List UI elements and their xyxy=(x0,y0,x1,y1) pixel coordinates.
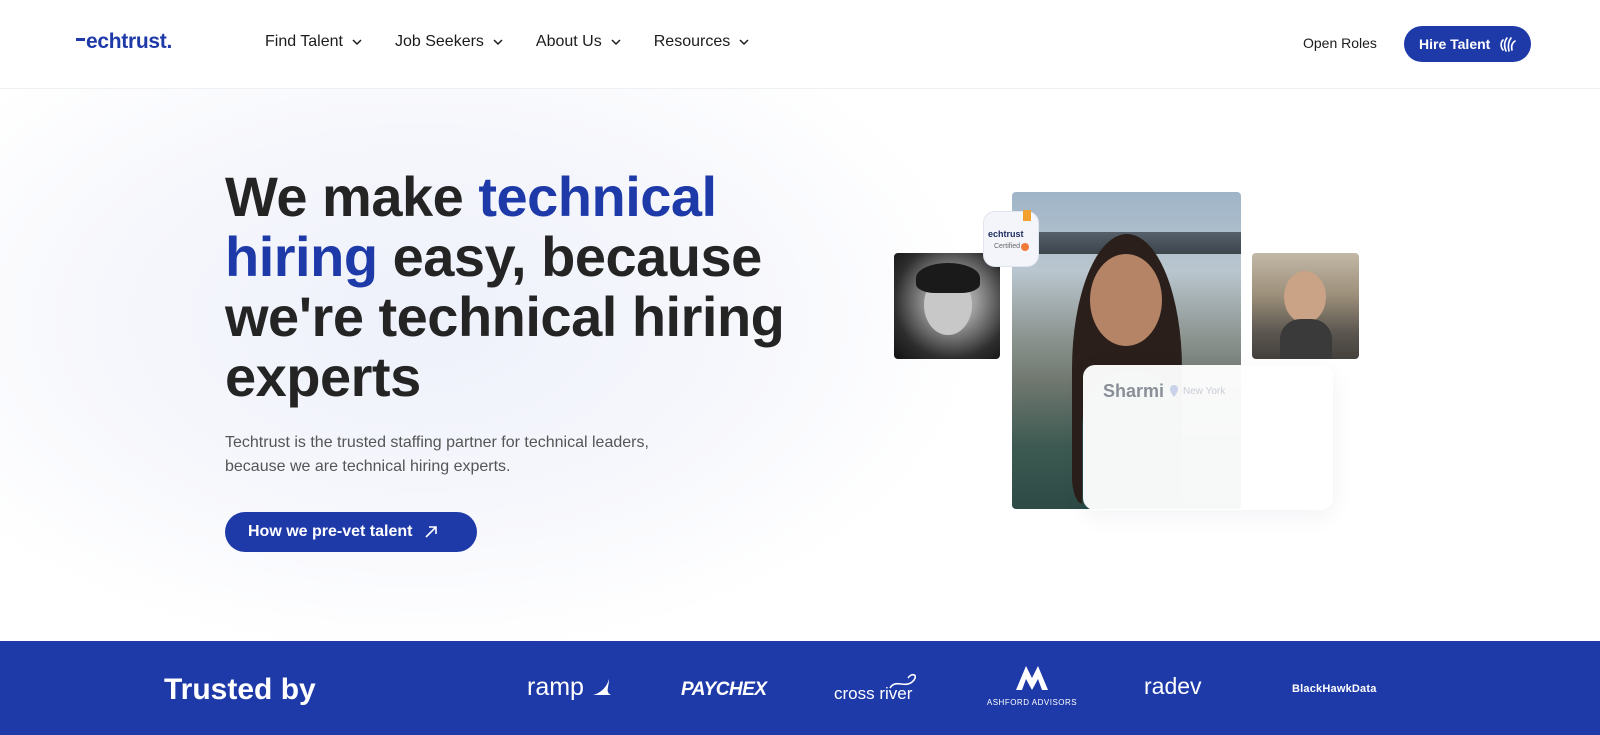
badge-brand: echtrust xyxy=(988,229,1024,239)
hire-talent-button[interactable]: Hire Talent xyxy=(1404,26,1531,62)
logo-text: echtrust. xyxy=(86,30,172,53)
pre-vet-talent-button[interactable]: How we pre-vet talent xyxy=(225,512,477,552)
chevron-down-icon xyxy=(352,39,362,46)
check-icon xyxy=(1021,243,1029,251)
ashford-mark-icon xyxy=(1016,666,1048,690)
ribbon-icon xyxy=(1023,210,1031,221)
title-highlight: hiring xyxy=(225,225,378,288)
menu-label: Resources xyxy=(653,33,731,50)
profile-name: Sharmi xyxy=(1103,381,1165,401)
cross-river-logo: cross river xyxy=(834,673,917,704)
ramp-logo: ramp xyxy=(527,673,613,702)
menu-find-talent[interactable]: Find Talent xyxy=(265,33,363,51)
location-pin-icon xyxy=(1170,385,1178,397)
badge-label: Certified xyxy=(994,243,1021,250)
title-highlight: technical xyxy=(478,165,717,228)
waving-hand-icon xyxy=(1500,37,1517,52)
chevron-down-icon xyxy=(493,39,503,46)
blackhawkdata-logo: BlackHawkData xyxy=(1292,683,1377,695)
paychex-logo: PAYCHEX xyxy=(681,679,767,700)
hero-section: We make technical hiring easy, because we… xyxy=(0,89,1600,641)
certified-badge: echtrust Certified xyxy=(983,210,1039,267)
menu-about-us[interactable]: About Us xyxy=(536,33,622,51)
menu-label: Find Talent xyxy=(265,33,343,50)
chevron-down-icon xyxy=(611,39,621,46)
cta-label: How we pre-vet talent xyxy=(248,523,413,540)
menu-label: Job Seekers xyxy=(394,33,484,50)
ashford-advisors-logo: ASHFORD ADVISORS xyxy=(986,663,1078,707)
menu-resources[interactable]: Resources xyxy=(654,33,750,51)
candidate-photo-right xyxy=(1252,253,1359,359)
radev-logo: radev xyxy=(1144,673,1202,699)
main-menu: Find Talent Job Seekers About Us Resourc… xyxy=(265,33,782,51)
ramp-mark-icon xyxy=(592,679,611,695)
chevron-down-icon xyxy=(739,39,749,46)
client-logos: ramp PAYCHEX cross river ASHFORD ADVISOR… xyxy=(0,641,1600,735)
hero-title: We make technical hiring easy, because we… xyxy=(225,165,785,408)
profile-location: New York xyxy=(1183,386,1226,397)
profile-card: Sharmi New York xyxy=(1083,365,1333,510)
hero-subtitle: Techtrust is the trusted staffing partne… xyxy=(225,434,649,475)
arrow-up-right-icon xyxy=(425,526,438,538)
menu-label: About Us xyxy=(535,33,602,50)
trusted-by-bar: Trusted by ramp PAYCHEX cross river ASHF… xyxy=(0,641,1600,735)
menu-job-seekers[interactable]: Job Seekers xyxy=(395,33,504,51)
open-roles-link[interactable]: Open Roles xyxy=(1303,35,1377,51)
candidate-photo-left xyxy=(894,253,1000,359)
infinity-mark-icon xyxy=(889,673,917,689)
top-nav: echtrust. Find Talent Job Seekers About … xyxy=(0,0,1600,89)
hire-talent-label: Hire Talent xyxy=(1419,36,1491,52)
techtrust-logo[interactable]: echtrust. xyxy=(76,30,172,54)
